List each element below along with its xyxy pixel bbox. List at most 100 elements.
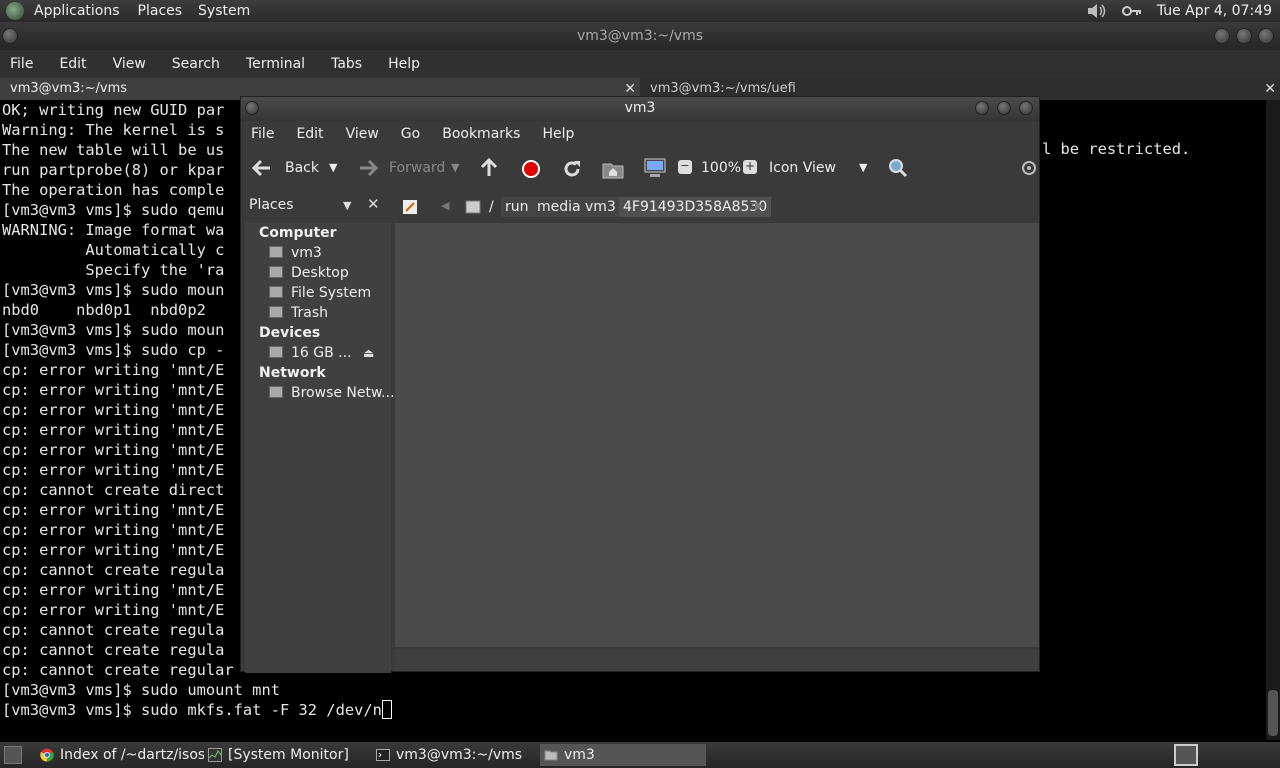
task-terminal[interactable]: vm3@vm3:~/vms <box>372 744 536 766</box>
sidebar-item-label: vm3 <box>291 245 322 261</box>
menu-file[interactable]: File <box>10 56 33 72</box>
sidebar-heading-computer: Computer <box>259 225 337 241</box>
crumb-root[interactable]: / <box>485 197 498 217</box>
task-label: vm3 <box>564 747 595 763</box>
terminal-titlebar[interactable]: vm3@vm3:~/vms <box>0 22 1280 50</box>
places-dropdown[interactable]: ▼ <box>343 199 351 212</box>
task-file-manager[interactable]: vm3 <box>540 744 706 766</box>
view-mode-select[interactable]: Icon View <box>769 149 836 187</box>
crumb-scroll-right[interactable]: ▶ <box>755 199 763 212</box>
back-arrow-icon[interactable] <box>251 158 273 178</box>
distro-logo-icon[interactable] <box>6 2 24 20</box>
menu-file[interactable]: File <box>251 126 274 142</box>
scrollbar-thumb[interactable] <box>1268 690 1278 736</box>
tab-label: vm3@vm3:~/vms <box>10 81 128 96</box>
task-system-monitor[interactable]: [System Monitor] <box>204 744 368 766</box>
computer-icon[interactable] <box>643 157 667 179</box>
terminal-line: cp: error writing 'mnt/E <box>2 461 225 479</box>
sidebar-item-desktop[interactable]: Desktop <box>269 263 349 283</box>
menu-view[interactable]: View <box>113 56 146 72</box>
sidebar-item-label: File System <box>291 285 372 301</box>
places-selector[interactable]: Places <box>249 197 294 213</box>
stop-icon[interactable] <box>521 159 541 179</box>
tab-label: vm3@vm3:~/vms/uefi <box>650 81 796 96</box>
edit-location-icon[interactable] <box>401 198 419 216</box>
file-manager-toolbar: Back ▼ Forward ▼ − 100% + Icon View ▼ <box>241 149 1039 187</box>
terminal-line: [vm3@vm3 vms]$ sudo moun <box>2 281 225 299</box>
zoom-in-icon[interactable]: + <box>743 160 757 174</box>
places-menu[interactable]: Places <box>138 3 183 19</box>
terminal-line: [vm3@vm3 vms]$ sudo moun <box>2 321 225 339</box>
terminal-scrollbar[interactable] <box>1266 100 1280 740</box>
minimize-button[interactable] <box>1214 28 1230 44</box>
window-menu-button[interactable] <box>2 28 18 44</box>
show-desktop-button[interactable] <box>4 746 22 764</box>
file-manager-title: vm3 <box>624 100 656 116</box>
maximize-button[interactable] <box>997 101 1011 115</box>
places-sidebar: Computer vm3 Desktop File System Trash D… <box>245 223 395 673</box>
crumb-scroll-left[interactable]: ◀ <box>441 199 449 212</box>
terminal-line: [vm3@vm3 vms]$ sudo cp - <box>2 341 225 359</box>
close-sidebar-icon[interactable]: ✕ <box>367 195 380 213</box>
zoom-out-icon[interactable]: − <box>678 160 692 174</box>
crumb-media[interactable]: media <box>533 197 585 217</box>
menu-help[interactable]: Help <box>388 56 420 72</box>
task-browser[interactable]: Index of /~dartz/isos... <box>36 744 204 766</box>
top-panel: Applications Places System Tue Apr 4, 07… <box>0 0 1280 22</box>
applications-menu[interactable]: Applications <box>34 3 120 19</box>
terminal-line: cp: cannot create regula <box>2 621 225 639</box>
task-label: [System Monitor] <box>228 747 349 763</box>
sidebar-item-trash[interactable]: Trash <box>269 303 328 323</box>
menu-tabs[interactable]: Tabs <box>331 56 362 72</box>
terminal-line: [vm3@vm3 vms]$ sudo qemu <box>2 201 225 219</box>
terminal-output-fragment: l be restricted. <box>1042 140 1191 158</box>
forward-button[interactable]: Forward <box>389 149 445 187</box>
crumb-volume[interactable]: 4F91493D358A8530 <box>619 197 772 217</box>
close-icon[interactable]: ✕ <box>1264 78 1276 100</box>
menu-terminal[interactable]: Terminal <box>246 56 305 72</box>
sidebar-item-label: 16 GB ... <box>291 345 352 361</box>
sidebar-item-browse-network[interactable]: Browse Netw... <box>269 383 395 403</box>
eject-icon[interactable]: ⏏ <box>363 346 374 360</box>
maximize-button[interactable] <box>1236 28 1252 44</box>
sidebar-item-16gb[interactable]: 16 GB ... <box>269 343 352 363</box>
clock[interactable]: Tue Apr 4, 07:49 <box>1157 3 1272 19</box>
up-arrow-icon[interactable] <box>479 157 499 179</box>
terminal-line: Automatically c <box>2 241 225 259</box>
zoom-level[interactable]: 100% <box>701 149 741 187</box>
volume-icon[interactable] <box>1085 2 1107 20</box>
crumb-vm3[interactable]: vm3 <box>581 197 620 217</box>
menu-edit[interactable]: Edit <box>59 56 86 72</box>
search-icon[interactable] <box>887 157 909 179</box>
menu-help[interactable]: Help <box>542 126 574 142</box>
back-button[interactable]: Back <box>285 149 319 187</box>
menu-view[interactable]: View <box>346 126 379 142</box>
window-menu-button[interactable] <box>245 101 259 115</box>
home-folder-icon[interactable] <box>601 158 625 180</box>
close-button[interactable] <box>1019 101 1033 115</box>
menu-edit[interactable]: Edit <box>296 126 323 142</box>
reload-icon[interactable] <box>561 158 583 180</box>
menu-bookmarks[interactable]: Bookmarks <box>442 126 520 142</box>
terminal-line: cp: error writing 'mnt/E <box>2 381 225 399</box>
back-history-dropdown[interactable]: ▼ <box>329 149 337 187</box>
forward-history-dropdown[interactable]: ▼ <box>451 149 459 187</box>
sidebar-item-filesystem[interactable]: File System <box>269 283 371 303</box>
menu-go[interactable]: Go <box>401 126 420 142</box>
file-manager-menubar: File Edit View Go Bookmarks Help <box>241 121 1039 147</box>
sidebar-item-vm3[interactable]: vm3 <box>269 243 322 263</box>
desktop-folder-icon <box>269 266 283 278</box>
network-key-icon[interactable] <box>1121 4 1143 18</box>
terminal-line: cp: error writing 'mnt/E <box>2 521 225 539</box>
minimize-button[interactable] <box>975 101 989 115</box>
file-view-area[interactable] <box>395 223 1039 647</box>
file-manager-titlebar[interactable]: vm3 <box>241 97 1039 121</box>
close-button[interactable] <box>1258 28 1274 44</box>
view-mode-dropdown[interactable]: ▼ <box>859 149 867 187</box>
workspace-switcher[interactable] <box>1174 744 1198 766</box>
terminal-line: cp: error writing 'mnt/E <box>2 601 225 619</box>
forward-arrow-icon[interactable] <box>357 158 379 178</box>
crumb-run[interactable]: run <box>501 197 533 217</box>
system-menu[interactable]: System <box>198 3 250 19</box>
menu-search[interactable]: Search <box>172 56 220 72</box>
